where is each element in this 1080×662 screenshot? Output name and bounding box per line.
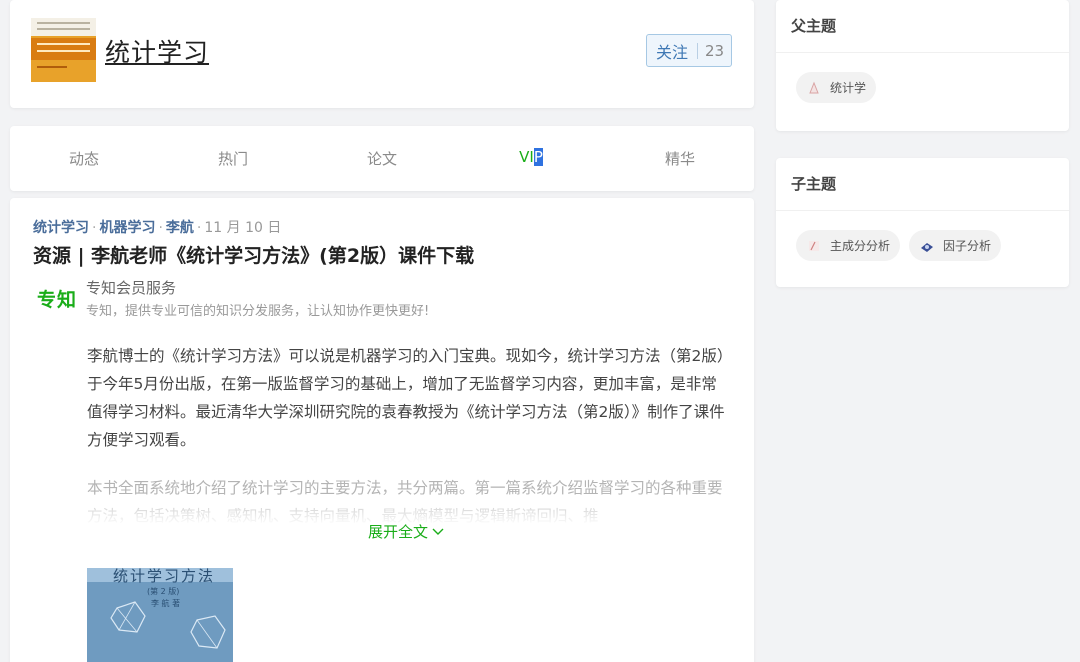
topic-chip-label: 因子分析	[943, 239, 992, 253]
tag-link[interactable]: 机器学习	[99, 220, 155, 236]
post-date: 11 月 10 日	[204, 220, 282, 236]
post-paragraph: 李航博士的《统计学习方法》可以说是机器学习的入门宝典。现如今，统计学习方法（第2…	[87, 347, 725, 449]
polyhedron-illustration	[110, 601, 226, 649]
text-selection-highlight: P	[533, 148, 543, 166]
child-topics-heading: 子主题	[776, 158, 1069, 211]
chevron-down-icon	[432, 528, 444, 535]
source-description: 专知，提供专业可信的知识分发服务，让认知协作更快更好!	[86, 304, 430, 319]
tag-link[interactable]: 统计学习	[33, 220, 89, 236]
post-meta: 统计学习 · 机器学习 · 李航 · 11 月 10 日	[33, 220, 282, 236]
expand-label: 展开全文	[368, 523, 429, 541]
tag-link[interactable]: 李航	[166, 220, 194, 236]
parent-topic-heading: 父主题	[776, 0, 1069, 53]
topic-header: 统计学习 关注 23	[10, 0, 754, 108]
tab-bar: 动态 热门 论文 VIP 精华	[10, 126, 754, 191]
child-topics-card: 子主题 主成分分析 因子分析	[776, 158, 1069, 287]
book-cover-image[interactable]: 统计学习方法 (第 2 版) 李 航 著	[87, 568, 233, 662]
tab-vip[interactable]: VIP	[491, 148, 571, 166]
expand-full-text-button[interactable]: 展开全文	[368, 521, 444, 542]
statistics-icon	[806, 80, 822, 96]
source-name[interactable]: 专知会员服务	[86, 277, 176, 298]
topic-chip-pca[interactable]: 主成分分析	[796, 230, 901, 261]
topic-cover-image[interactable]	[31, 18, 96, 82]
factor-analysis-icon	[919, 238, 935, 254]
topic-title[interactable]: 统计学习	[105, 33, 209, 69]
source-logo[interactable]: 专知	[37, 285, 77, 312]
pca-icon	[806, 238, 822, 254]
post-title[interactable]: 资源 | 李航老师《统计学习方法》(第2版）课件下载	[33, 241, 474, 268]
tab-activity[interactable]: 动态	[44, 148, 124, 169]
tab-papers[interactable]: 论文	[342, 148, 422, 169]
parent-topic-card: 父主题 统计学	[776, 0, 1069, 131]
topic-chip-label: 统计学	[830, 81, 867, 95]
follower-count: 23	[705, 41, 725, 60]
follow-button[interactable]: 关注 23	[646, 34, 732, 67]
topic-chip-factor-analysis[interactable]: 因子分析	[909, 230, 1002, 261]
topic-chip-label: 主成分分析	[830, 239, 891, 253]
tab-hot[interactable]: 热门	[193, 148, 273, 169]
follow-label: 关注	[656, 42, 689, 62]
tab-featured[interactable]: 精华	[640, 148, 720, 169]
topic-chip-statistics[interactable]: 统计学	[796, 72, 877, 103]
post-card: 统计学习 · 机器学习 · 李航 · 11 月 10 日 资源 | 李航老师《统计学习方法》…	[10, 198, 754, 662]
